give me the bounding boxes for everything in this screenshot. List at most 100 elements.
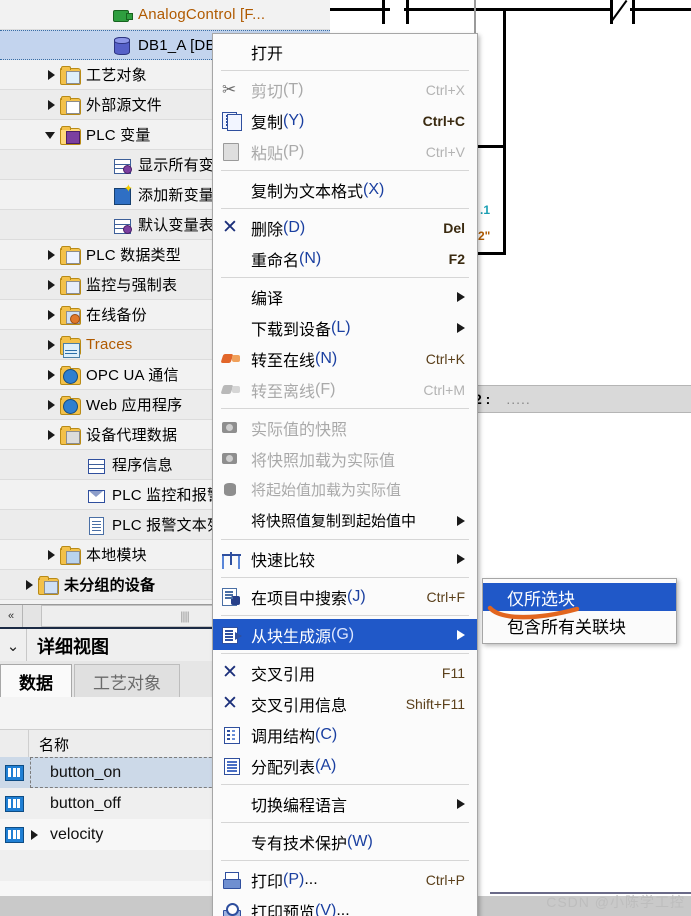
cross-reference-info-icon: ✕ [222,693,238,714]
detail-tab-1[interactable]: 工艺对象 [74,664,180,697]
rung-wire [330,8,390,11]
chevron-down-icon[interactable]: ⌄ [0,629,27,663]
assignment-list-icon [222,756,241,775]
menu-item-accelerator: (J) [347,587,366,605]
tag-name-label-2: 2" [478,229,491,243]
menu-item-accelerator: (T) [283,80,304,98]
menu-item-复制[interactable]: 复制 (Y) Ctrl+C [213,105,477,136]
paste-icon [222,142,241,161]
menu-item-label: 交叉引用信息 [251,697,348,715]
menu-item-accelerator: (N) [299,249,322,267]
menu-item-accelerator: (Y) [283,111,305,129]
chevron-right-icon[interactable] [44,338,58,352]
submenu-item-1[interactable]: 包含所有关联块 [483,611,676,639]
generate-source-submenu[interactable]: 仅所选块 包含所有关联块 [482,578,677,644]
snapshot-download-icon [222,449,241,468]
tree-twisty-empty [96,188,110,202]
network-status-row: 2 : ..... [470,385,691,413]
menu-item-accelerator: (N) [315,349,338,367]
chevron-right-icon[interactable] [22,578,36,592]
menu-item-打开[interactable]: 打开 [213,36,477,67]
menu-item-ellipsis: ... [336,901,350,916]
program-info-icon [86,455,106,475]
menu-item-accelerator: (P) [283,142,305,160]
contact-bar-left [382,0,385,24]
chevron-right-icon[interactable] [44,308,58,322]
menu-item-accelerator: (V) [315,901,337,916]
menu-item-label: 剪切 [251,83,284,101]
menu-item-label: 在项目中搜索 [251,590,348,608]
tree-item-label: 设备代理数据 [86,427,178,444]
chevron-right-icon[interactable] [44,68,58,82]
menu-item-accelerator: (P) [283,870,305,888]
chevron-right-icon[interactable] [44,428,58,442]
menu-item-label: 下载到设备 [251,321,332,339]
chevron-right-icon[interactable] [44,278,58,292]
call-structure-icon [222,725,241,744]
menu-item-交叉引用[interactable]: ✕ 交叉引用 F11 [213,657,477,688]
chevron-right-icon[interactable] [44,368,58,382]
menu-item-下载到设备[interactable]: 下载到设备 (L) [213,312,477,343]
tree-item-label: PLC 报警文本列 [112,517,223,534]
menu-item-剪切: ✂ 剪切 (T) Ctrl+X [213,74,477,105]
menu-item-在项目中搜索[interactable]: 在项目中搜索 (J) Ctrl+F [213,581,477,612]
tree-item-label: 本地模块 [86,547,147,564]
menu-item-交叉引用信息[interactable]: ✕ 交叉引用信息 Shift+F11 [213,688,477,719]
menu-item-shortcut: F11 [441,664,465,681]
network-status-dots: ..... [506,391,531,407]
menu-item-label: 重命名 [251,252,300,270]
context-menu[interactable]: 打开 ✂ 剪切 (T) Ctrl+X 复制 (Y) Ctrl+C 粘贴 (P) Ctrl+V 复制为文… [212,33,478,916]
go-online-icon [220,349,241,368]
tree-twisty-empty [70,518,84,532]
menu-item-label: 复制为文本格式 [251,183,364,201]
menu-item-删除[interactable]: ✕ 删除 (D) Del [213,212,477,243]
branch-vertical [503,8,506,148]
tree-item-label: Web 应用程序 [86,397,183,414]
menu-item-调用结构[interactable]: 调用结构 (C) [213,719,477,750]
tree-item-label: 工艺对象 [86,67,147,84]
folder-opcua-icon [60,365,81,385]
tree-item-0[interactable]: AnalogControl [F... [0,0,330,30]
menu-item-打印[interactable]: 打印 (P)... Ctrl+P [213,864,477,895]
menu-item-从块生成源[interactable]: 从块生成源 (G) [213,619,477,650]
chevron-down-icon[interactable] [44,128,58,142]
chevron-right-icon[interactable] [44,398,58,412]
menu-item-label: 粘贴 [251,145,284,163]
folder-traces-icon [60,335,81,358]
show-all-tags-icon [112,155,132,175]
menu-item-shortcut: Ctrl+C [422,112,465,129]
detail-column-name-label: 名称 [39,736,70,754]
menu-item-分配列表[interactable]: 分配列表 (A) [213,750,477,781]
folder-online-backup-icon [60,305,81,325]
menu-item-accelerator: (G) [331,625,355,643]
tree-item-label: 监控与强制表 [86,277,178,294]
menu-item-编译[interactable]: 编译 [213,281,477,312]
scissors-icon: ✂ [222,80,237,99]
tree-item-label: AnalogControl [F... [138,6,266,23]
menu-item-shortcut: Ctrl+X [425,81,465,98]
menu-item-shortcut: Ctrl+M [423,381,465,398]
tree-item-label: OPC UA 通信 [86,367,179,384]
menu-item-将快照值复制到起始值中[interactable]: 将快照值复制到起始值中 [213,505,477,536]
chevron-right-icon[interactable] [44,98,58,112]
scroll-left-arrow-icon[interactable]: « [0,605,23,627]
chevron-right-icon[interactable] [44,248,58,262]
menu-item-专有技术保护[interactable]: 专有技术保护 (W) [213,826,477,857]
menu-item-复制为文本格式[interactable]: 复制为文本格式 (X) [213,174,477,205]
menu-item-粘贴: 粘贴 (P) Ctrl+V [213,136,477,167]
menu-item-快速比较[interactable]: 快速比较 [213,543,477,574]
chevron-right-icon[interactable] [44,548,58,562]
menu-item-label: 交叉引用 [251,666,316,684]
tree-twisty-empty [70,458,84,472]
generate-source-icon [222,625,242,644]
menu-item-重命名[interactable]: 重命名 (N) F2 [213,243,477,274]
menu-item-label: 打印预览 [251,904,316,916]
submenu-item-0[interactable]: 仅所选块 [483,583,676,611]
menu-item-label: 调用结构 [251,728,316,746]
menu-item-切换编程语言[interactable]: 切换编程语言 [213,788,477,819]
detail-column-icon-spacer [0,730,29,758]
menu-item-打印预览[interactable]: 打印预览 (V)... [213,895,477,916]
menu-separator [221,70,469,71]
menu-item-转至在线[interactable]: 转至在线 (N) Ctrl+K [213,343,477,374]
detail-tab-0[interactable]: 数据 [0,664,72,697]
